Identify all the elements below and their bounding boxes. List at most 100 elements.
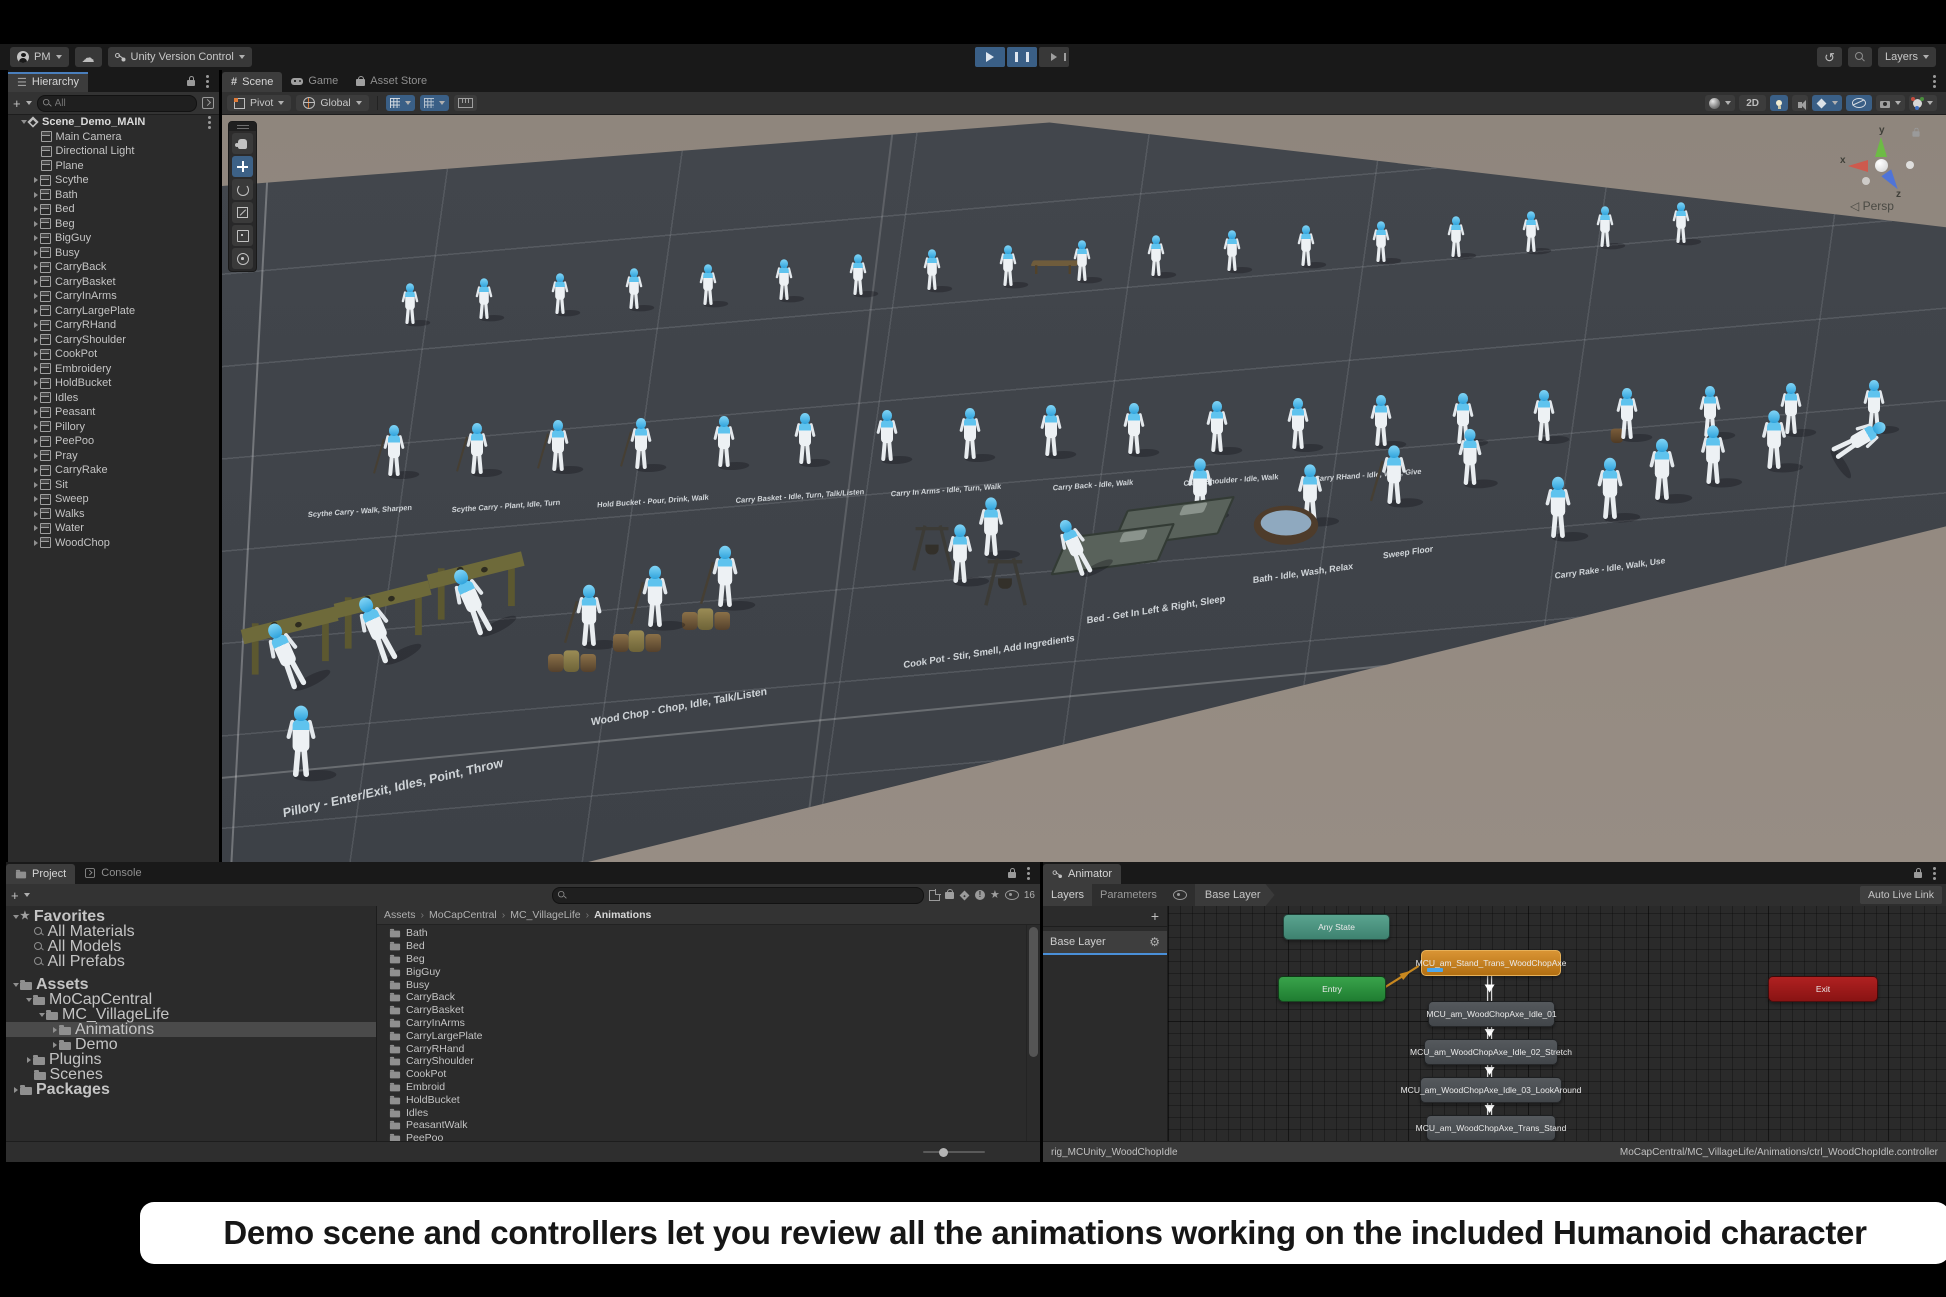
project-tree-item[interactable]: All Prefabs <box>6 954 376 969</box>
hierarchy-item[interactable]: Plane <box>8 159 219 174</box>
gizmo-center[interactable] <box>1875 159 1888 172</box>
expand-arrow-icon[interactable] <box>34 177 38 183</box>
expand-arrow-icon[interactable] <box>34 192 38 198</box>
breadcrumb-segment[interactable]: MoCapCentral <box>429 909 497 921</box>
project-folder-row[interactable]: CarryLargePlate <box>389 1029 1027 1042</box>
hierarchy-item[interactable]: CookPot <box>8 347 219 362</box>
expand-arrow-icon[interactable] <box>21 120 27 124</box>
lock-icon[interactable] <box>1008 872 1016 878</box>
gizmo-lock-icon[interactable] <box>1912 131 1919 136</box>
expand-arrow-icon[interactable] <box>34 511 38 517</box>
hierarchy-root-item[interactable]: Scene_Demo_MAIN <box>8 115 219 130</box>
hierarchy-item[interactable]: Sit <box>8 478 219 493</box>
undo-history-button[interactable]: ↺ <box>1817 47 1842 67</box>
gizmo-knob[interactable] <box>1906 161 1914 169</box>
hierarchy-item[interactable]: WoodChop <box>8 536 219 551</box>
project-folder-row[interactable]: PeasantWalk <box>389 1119 1027 1132</box>
search-button[interactable] <box>1848 47 1872 67</box>
scene-prop-frame[interactable] <box>985 557 1024 605</box>
scene-prop-logs[interactable] <box>548 646 596 672</box>
picking-toggle-icon[interactable] <box>202 97 214 109</box>
animator-state-i2[interactable]: MCU_am_WoodChopAxe_Idle_02_Stretch <box>1424 1039 1558 1065</box>
expand-arrow-icon[interactable] <box>34 293 38 299</box>
animator-state-i1[interactable]: MCU_am_WoodChopAxe_Idle_01 <box>1428 1001 1555 1027</box>
project-folder-row[interactable]: Beg <box>389 953 1027 966</box>
expand-arrow-icon[interactable] <box>34 337 38 343</box>
scene-orientation-gizmo[interactable]: y x z ◁ Persp <box>1844 127 1920 219</box>
kebab-menu-icon[interactable] <box>208 121 211 124</box>
expand-arrow-icon[interactable] <box>34 279 38 285</box>
project-scrollbar[interactable] <box>1026 925 1040 1142</box>
snap-increment-button[interactable] <box>454 95 477 111</box>
version-control-button[interactable]: Unity Version Control <box>108 47 252 67</box>
expand-arrow-icon[interactable] <box>34 351 38 357</box>
chevron-down-icon[interactable] <box>24 893 30 897</box>
kebab-menu-icon[interactable] <box>1027 872 1030 875</box>
tab-console[interactable]: Console <box>75 862 150 884</box>
project-tree-item[interactable]: Packages <box>6 1082 376 1097</box>
expand-arrow-icon[interactable] <box>34 424 38 430</box>
rotate-tool-button[interactable] <box>232 179 253 200</box>
hierarchy-item[interactable]: Main Camera <box>8 130 219 145</box>
move-tool-button[interactable] <box>232 156 253 177</box>
hierarchy-item[interactable]: HoldBucket <box>8 376 219 391</box>
expand-arrow-icon[interactable] <box>34 206 38 212</box>
expand-arrow-icon[interactable] <box>53 1027 57 1033</box>
scale-tool-button[interactable] <box>232 202 253 223</box>
expand-arrow-icon[interactable] <box>34 264 38 270</box>
expand-arrow-icon[interactable] <box>34 366 38 372</box>
tab-project[interactable]: Project <box>6 864 75 884</box>
kebab-menu-icon[interactable] <box>1933 80 1936 83</box>
project-folder-row[interactable]: CarryRHand <box>389 1042 1027 1055</box>
hierarchy-search-input[interactable] <box>38 97 196 110</box>
project-folder-row[interactable]: Bath <box>389 927 1027 940</box>
expand-arrow-icon[interactable] <box>34 525 38 531</box>
hierarchy-item[interactable]: Embroidery <box>8 362 219 377</box>
rect-tool-button[interactable] <box>232 225 253 246</box>
hierarchy-item[interactable]: Bed <box>8 202 219 217</box>
expand-arrow-icon[interactable] <box>34 540 38 546</box>
expand-arrow-icon[interactable] <box>13 983 19 987</box>
project-folder-row[interactable]: Idles <box>389 1106 1027 1119</box>
lock-icon[interactable] <box>1914 872 1922 878</box>
project-folder-row[interactable]: CookPot <box>389 1068 1027 1081</box>
project-folder-row[interactable]: Embroid <box>389 1081 1027 1094</box>
favorite-star-icon[interactable]: ★ <box>990 890 1000 901</box>
hierarchy-item[interactable]: Bath <box>8 188 219 203</box>
perspective-label[interactable]: ◁ Persp <box>1850 199 1894 213</box>
hierarchy-item[interactable]: CarryRHand <box>8 318 219 333</box>
expand-arrow-icon[interactable] <box>14 1087 18 1093</box>
scene-viewport[interactable]: y x z ◁ Persp Pillory - Enter/Exit, Idle… <box>222 115 1946 862</box>
hierarchy-item[interactable]: PeePoo <box>8 434 219 449</box>
hierarchy-item[interactable]: Peasant <box>8 405 219 420</box>
hierarchy-item[interactable]: Busy <box>8 246 219 261</box>
scene-prop-logs[interactable] <box>682 603 730 629</box>
project-folder-row[interactable]: Busy <box>389 978 1027 991</box>
animator-state-any[interactable]: Any State <box>1283 914 1390 940</box>
hidden-objects-toggle[interactable] <box>1846 95 1872 111</box>
expand-arrow-icon[interactable] <box>34 467 38 473</box>
animator-graph[interactable]: Any StateEntryMCU_am_Stand_Trans_WoodCho… <box>1168 906 1946 1142</box>
layers-dropdown[interactable]: Layers <box>1878 47 1936 67</box>
hierarchy-search[interactable] <box>37 95 197 112</box>
lighting-toggle[interactable] <box>1770 95 1788 111</box>
alert-icon[interactable]: ! <box>975 890 985 900</box>
animator-state-active[interactable]: MCU_am_Stand_Trans_WoodChopAxe <box>1421 950 1561 976</box>
hierarchy-item[interactable]: Walks <box>8 507 219 522</box>
hierarchy-item[interactable]: Scythe <box>8 173 219 188</box>
breadcrumb-segment[interactable]: Assets <box>384 909 416 921</box>
hierarchy-item[interactable]: Sweep <box>8 492 219 507</box>
camera-dropdown[interactable] <box>1876 95 1905 111</box>
expand-arrow-icon[interactable] <box>53 1042 57 1048</box>
tab-hierarchy[interactable]: ☰ Hierarchy <box>8 72 88 92</box>
gizmo-knob[interactable] <box>1862 177 1870 185</box>
hierarchy-item[interactable]: CarryShoulder <box>8 333 219 348</box>
auto-live-link-button[interactable]: Auto Live Link <box>1860 886 1942 904</box>
project-folder-row[interactable]: CarryBasket <box>389 1004 1027 1017</box>
shading-mode-dropdown[interactable] <box>1705 95 1735 111</box>
scene-prop-logs[interactable] <box>613 626 661 652</box>
account-button[interactable]: PM <box>10 47 69 67</box>
project-tree-item[interactable]: MC_VillageLife <box>6 1007 376 1022</box>
scene-prop-bath[interactable] <box>1254 506 1318 547</box>
global-dropdown[interactable]: Global <box>296 95 368 111</box>
